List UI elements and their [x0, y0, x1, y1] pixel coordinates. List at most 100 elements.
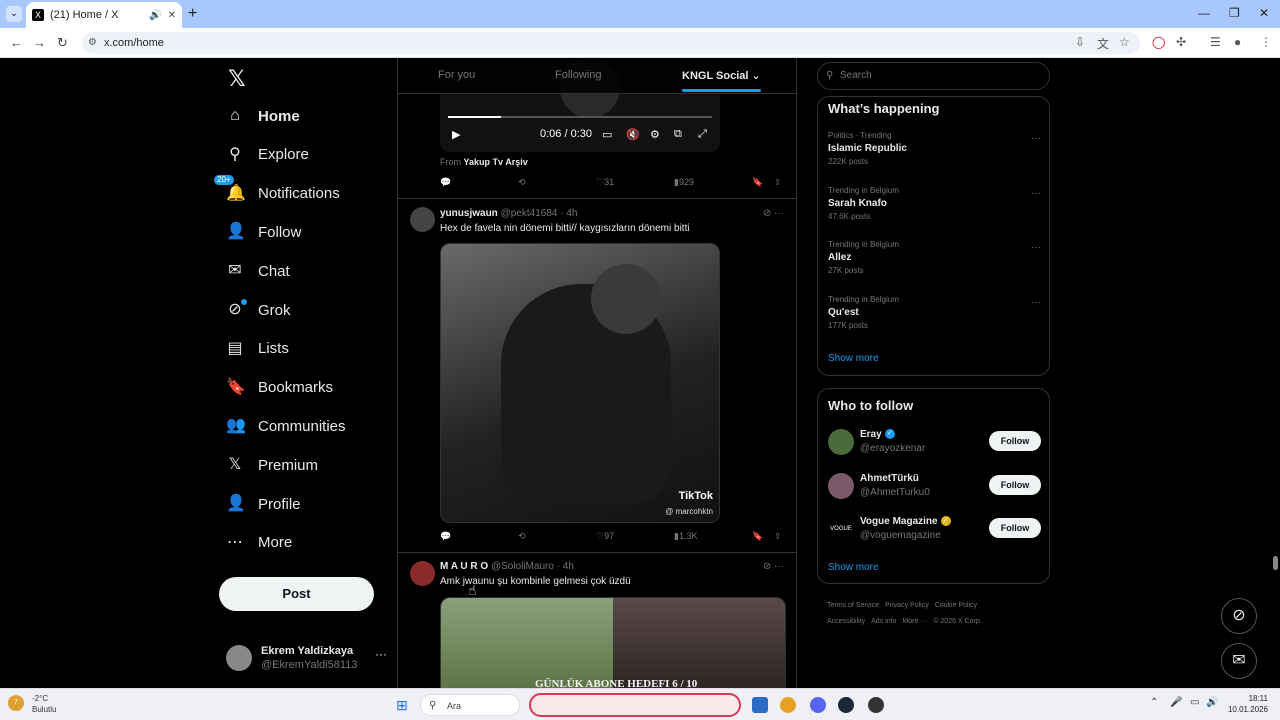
- tweet-author-name[interactable]: M A U R O: [440, 561, 488, 572]
- audio-icon[interactable]: 🔊: [149, 10, 161, 21]
- profile-avatar-icon[interactable]: ●: [1234, 35, 1241, 49]
- back-icon[interactable]: ←: [10, 35, 23, 50]
- follow-button[interactable]: Follow: [989, 518, 1041, 538]
- nav-item-explore[interactable]: ⚲ Explore: [226, 140, 309, 170]
- nav-item-premium[interactable]: 𝕏 Premium: [226, 450, 318, 480]
- store-icon[interactable]: [752, 697, 768, 713]
- windows-start-icon[interactable]: ⊞: [396, 697, 412, 713]
- nav-item-grok[interactable]: ⊘ Grok: [226, 295, 291, 325]
- more-dots-icon[interactable]: ···: [1031, 297, 1041, 308]
- nav-item-notifications[interactable]: 🔔 20+ Notifications: [214, 174, 340, 209]
- install-icon[interactable]: ⇩: [1075, 35, 1085, 49]
- tweet-author-handle[interactable]: @SololiMauro: [491, 561, 554, 572]
- taskbar-search[interactable]: ⚲ Ara: [420, 694, 520, 716]
- x-logo-icon[interactable]: 𝕏: [228, 66, 246, 92]
- avatar[interactable]: [410, 561, 435, 586]
- search-input[interactable]: ⚲ Search: [817, 62, 1050, 90]
- site-info-icon[interactable]: ⚙: [88, 32, 97, 54]
- follow-button[interactable]: Follow: [989, 431, 1041, 451]
- forward-icon[interactable]: →: [33, 35, 46, 50]
- tweet-time[interactable]: 4h: [563, 561, 574, 572]
- volume-icon[interactable]: 🔊: [1206, 697, 1218, 708]
- show-more-link[interactable]: Show more: [828, 353, 879, 364]
- video-progress-bar[interactable]: [448, 116, 712, 118]
- nav-item-bookmarks[interactable]: 🔖 Bookmarks: [226, 373, 333, 403]
- tab-following[interactable]: Following: [555, 69, 601, 81]
- play-icon[interactable]: ▶: [452, 128, 460, 141]
- follow-button[interactable]: Follow: [989, 474, 1041, 495]
- views-button[interactable]: ▮ 929: [674, 177, 694, 188]
- footer-link[interactable]: Ads info: [871, 618, 896, 625]
- share-icon[interactable]: ⇪: [774, 531, 782, 542]
- tweet-author-name[interactable]: yunusjwaun: [440, 208, 498, 219]
- tweet-image[interactable]: GÜNLÜK ABONE HEDEFI 6 / 10: [440, 597, 786, 688]
- close-window-button[interactable]: ✕: [1259, 6, 1269, 20]
- avatar[interactable]: [410, 207, 435, 232]
- extensions-icon[interactable]: ✣: [1176, 35, 1186, 49]
- grok-fab-icon[interactable]: ⊘: [1221, 598, 1257, 634]
- like-button[interactable]: ♡ 97: [596, 531, 614, 542]
- address-bar[interactable]: ⚙ x.com/home: [82, 32, 1140, 54]
- nav-item-communities[interactable]: 👥 Communities: [226, 411, 346, 441]
- weather-widget[interactable]: -2°C Bulutlu: [32, 693, 56, 715]
- mute-icon[interactable]: 🔇: [626, 128, 640, 141]
- microphone-icon[interactable]: 🎤: [1170, 697, 1182, 708]
- source-link[interactable]: Yakup Tv Arşiv: [464, 157, 528, 167]
- fullscreen-icon[interactable]: ⤢: [698, 128, 707, 141]
- bookmark-icon[interactable]: 🔖: [752, 531, 763, 542]
- restore-button[interactable]: ❐: [1229, 6, 1240, 20]
- weather-icon[interactable]: 7: [8, 695, 24, 711]
- footer-link[interactable]: More ···: [902, 618, 927, 625]
- nav-item-lists[interactable]: ▤ Lists: [226, 334, 288, 364]
- discord-icon[interactable]: [810, 697, 826, 713]
- new-tab-button[interactable]: +: [188, 5, 197, 23]
- post-button[interactable]: Post: [219, 577, 374, 611]
- share-icon[interactable]: ⇪: [774, 177, 782, 188]
- footer-link[interactable]: Accessibility: [827, 618, 865, 625]
- more-dots-icon[interactable]: ···: [1031, 242, 1041, 253]
- messages-fab-icon[interactable]: ✉: [1221, 643, 1257, 679]
- network-icon[interactable]: ▭: [1190, 697, 1199, 708]
- search-highlight-banner[interactable]: [529, 693, 741, 717]
- tweet-image[interactable]: TikTok @ marcohktn: [440, 243, 720, 523]
- more-dots-icon[interactable]: ···: [1031, 133, 1041, 144]
- tab-for-you[interactable]: For you: [438, 69, 475, 81]
- footer-link[interactable]: Privacy Policy: [885, 602, 929, 609]
- nav-item-home[interactable]: ⌂ Home: [226, 101, 300, 131]
- follow-suggestion[interactable]: Eray ✓ @erayozkenar Follow: [828, 429, 1041, 459]
- nav-item-more[interactable]: ⋯ More: [226, 528, 292, 558]
- scrollbar[interactable]: [1270, 58, 1280, 688]
- tab-kngl-social[interactable]: KNGL Social ⌄: [682, 69, 761, 92]
- views-button[interactable]: ▮ 1.3K: [674, 531, 697, 542]
- captions-icon[interactable]: ▭: [602, 128, 612, 141]
- translate-icon[interactable]: 文: [1097, 35, 1109, 52]
- browser-menu-icon[interactable]: ⋮: [1260, 35, 1272, 49]
- pip-icon[interactable]: ⧉: [674, 128, 682, 141]
- tray-expand-icon[interactable]: ⌃: [1150, 697, 1158, 708]
- scrollbar-thumb[interactable]: [1273, 556, 1278, 570]
- reply-icon[interactable]: 💬: [440, 177, 451, 188]
- retweet-icon[interactable]: ⟲: [518, 177, 526, 188]
- tweet-author-handle[interactable]: @pekt41684: [501, 208, 558, 219]
- star-icon[interactable]: ☆: [1119, 35, 1130, 49]
- tweet-time[interactable]: 4h: [566, 208, 577, 219]
- more-dots-icon[interactable]: ···: [774, 208, 784, 219]
- trend-item[interactable]: Trending in Belgium Allez 27K posts ···: [828, 240, 1043, 275]
- steam-icon[interactable]: [838, 697, 854, 713]
- footer-link[interactable]: Terms of Service: [827, 602, 879, 609]
- browser-tab[interactable]: X (21) Home / X 🔊 ✕: [26, 2, 182, 28]
- clock[interactable]: 18:11 10.01.2026: [1226, 693, 1268, 715]
- reading-list-icon[interactable]: ☰: [1210, 35, 1221, 49]
- reply-icon[interactable]: 💬: [440, 531, 451, 542]
- account-switcher[interactable]: Ekrem Yaldizkaya @EkremYaldi58113 ···: [226, 643, 391, 673]
- more-dots-icon[interactable]: ···: [774, 561, 784, 572]
- minimize-button[interactable]: —: [1198, 6, 1210, 20]
- nav-item-follow[interactable]: 👤 Follow: [226, 217, 301, 247]
- grok-icon[interactable]: ⊘: [763, 208, 771, 219]
- settings-icon[interactable]: ⚙: [650, 128, 660, 141]
- follow-suggestion[interactable]: AhmetTürkü @AhmetTurku0 Follow: [828, 472, 1041, 503]
- trend-item[interactable]: Trending in Belgium Sarah Knafo 47.6K post…: [828, 186, 1043, 221]
- more-dots-icon[interactable]: ···: [375, 647, 387, 661]
- footer-link[interactable]: Cookie Policy: [935, 602, 977, 609]
- chrome-icon[interactable]: [780, 697, 796, 713]
